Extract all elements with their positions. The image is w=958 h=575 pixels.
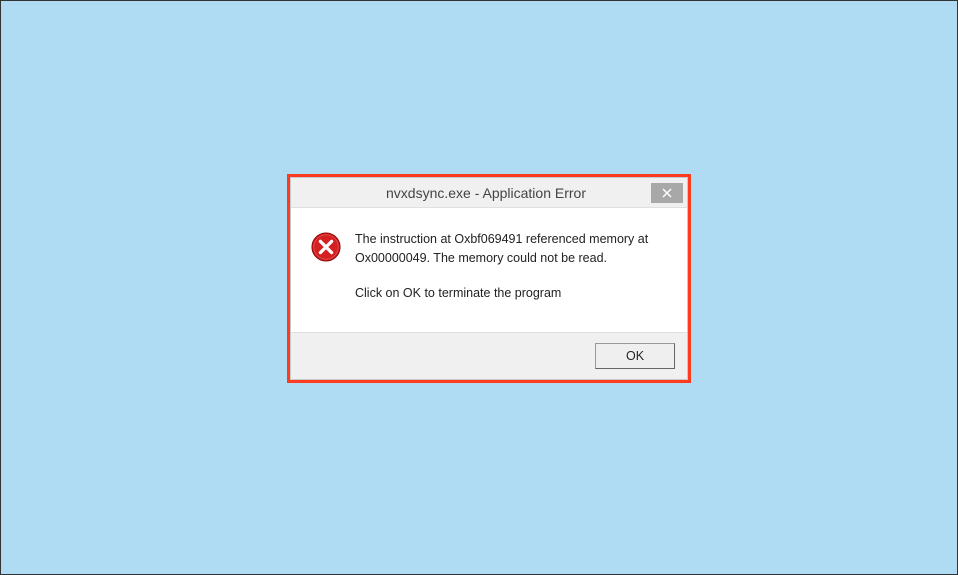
- dialog-title: nvxdsync.exe - Application Error: [291, 185, 651, 201]
- dialog-content: The instruction at Oxbf069491 referenced…: [291, 208, 687, 332]
- message-area: The instruction at Oxbf069491 referenced…: [355, 230, 667, 302]
- close-icon: [662, 188, 672, 198]
- close-button[interactable]: [651, 183, 683, 203]
- titlebar: nvxdsync.exe - Application Error: [291, 178, 687, 208]
- error-dialog: nvxdsync.exe - Application Error The ins…: [290, 177, 688, 380]
- error-message-main: The instruction at Oxbf069491 referenced…: [355, 230, 667, 268]
- dialog-footer: OK: [291, 332, 687, 379]
- error-dialog-highlight: nvxdsync.exe - Application Error The ins…: [287, 174, 691, 383]
- error-message-instruction: Click on OK to terminate the program: [355, 284, 667, 303]
- error-icon: [311, 232, 341, 262]
- ok-button[interactable]: OK: [595, 343, 675, 369]
